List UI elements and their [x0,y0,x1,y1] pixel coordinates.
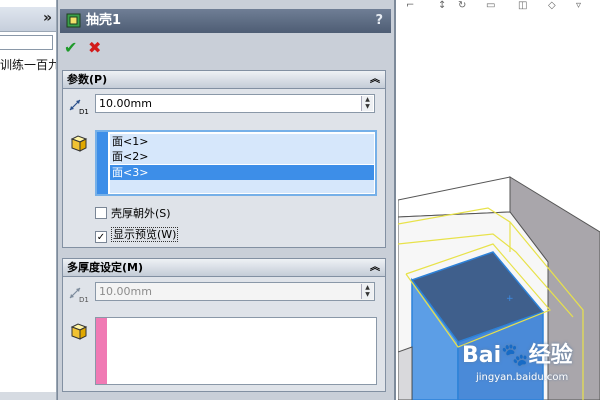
thickness-input[interactable]: 10.00mm ▲ ▼ [95,94,375,113]
shell-property-manager: 抽壳1 ? ✔ ✖ 参数(P) ︽ D1 10.00mm ▲ ▼ 面<1> 面<… [57,0,396,400]
multi-thickness-input[interactable]: 10.00mm ▲ ▼ [95,282,375,301]
appearance-icon[interactable]: ▿ [576,0,581,11]
section-view-icon[interactable]: ▭ [486,0,495,11]
watermark-brand: Bai [462,343,502,368]
multi-thickness-faces-icon [70,323,88,340]
parameters-group-title: 参数(P) [67,73,108,86]
multi-thickness-spinner[interactable]: ▲ ▼ [361,284,373,299]
collapse-icon[interactable]: ︽ [370,259,380,277]
panel-title-bar: 抽壳1 ? [60,9,391,33]
shell-outward-checkbox-row[interactable]: 壳厚朝外(S) [95,206,171,222]
display-style-icon[interactable]: ◫ [518,0,527,11]
face-list-item[interactable]: 面<2> [110,149,374,164]
show-preview-checkbox-row[interactable]: ✓ 显示预览(W) [95,227,179,243]
feature-tree-toolbar: » [0,7,56,32]
watermark-brand-tail: 经验 [528,343,573,368]
parameters-group: 参数(P) ︽ D1 10.00mm ▲ ▼ 面<1> 面<2> 面<3> 壳厚… [62,70,386,248]
origin-marker: + [506,294,514,304]
horizontal-scrollbar[interactable] [0,392,56,400]
multi-selection-color-strip [96,318,107,384]
zoom-icon[interactable]: ↕ [438,0,446,11]
watermark-url: jingyan.baidu.com [476,372,569,383]
svg-text:D1: D1 [79,296,89,303]
collapse-icon[interactable]: ︽ [370,71,380,89]
thickness-spinner[interactable]: ▲ ▼ [361,96,373,111]
multi-thickness-group-title: 多厚度设定(M) [67,261,144,274]
ok-button[interactable]: ✔ [64,40,77,56]
show-preview-checkbox[interactable]: ✓ [95,231,107,243]
face-list-item-selected[interactable]: 面<3> [110,165,374,180]
multi-thickness-dimension-icon: D1 [69,287,89,303]
paw-icon: 🐾 [501,343,529,368]
view-orientation-icon[interactable]: ⌐ [406,0,414,11]
feature-tree-item-label[interactable]: 训练一百九 [0,56,56,73]
feature-tree-panel: » 训练一百九 [0,0,57,400]
baidu-watermark: Bai🐾经验 [462,337,573,369]
faces-to-remove-icon [70,135,88,152]
cancel-button[interactable]: ✖ [88,40,101,56]
multi-thickness-group: 多厚度设定(M) ︽ D1 10.00mm ▲ ▼ [62,258,386,392]
multi-thickness-group-header[interactable]: 多厚度设定(M) ︽ [63,259,385,277]
shell-outward-checkbox[interactable] [95,207,107,219]
rotate-icon[interactable]: ↻ [458,0,466,11]
shell-outward-label: 壳厚朝外(S) [111,207,171,220]
view-toolbar: ⌐ ↕ ↻ ▭ ◫ ◇ ▿ [398,0,600,12]
parameters-group-header[interactable]: 参数(P) ︽ [63,71,385,89]
part-lower-edge [398,346,413,400]
faces-selection-list[interactable]: 面<1> 面<2> 面<3> [95,130,377,196]
svg-text:D1: D1 [79,108,89,115]
hide-show-icon[interactable]: ◇ [548,0,556,11]
feature-tree-filter-input[interactable] [0,35,53,50]
thickness-value: 10.00mm [99,97,152,110]
shell-feature-icon [66,13,81,28]
face-list-empty-row [110,180,374,193]
multi-thickness-faces-list[interactable] [95,317,377,385]
selection-color-strip [97,132,108,194]
show-preview-label: 显示预览(W) [111,227,179,242]
panel-title: 抽壳1 [86,13,122,28]
thickness-dimension-icon: D1 [69,99,89,115]
help-icon[interactable]: ? [375,9,383,33]
face-list-item[interactable]: 面<1> [110,134,374,149]
multi-thickness-value: 10.00mm [99,285,152,298]
expand-panel-icon[interactable]: » [43,10,52,26]
